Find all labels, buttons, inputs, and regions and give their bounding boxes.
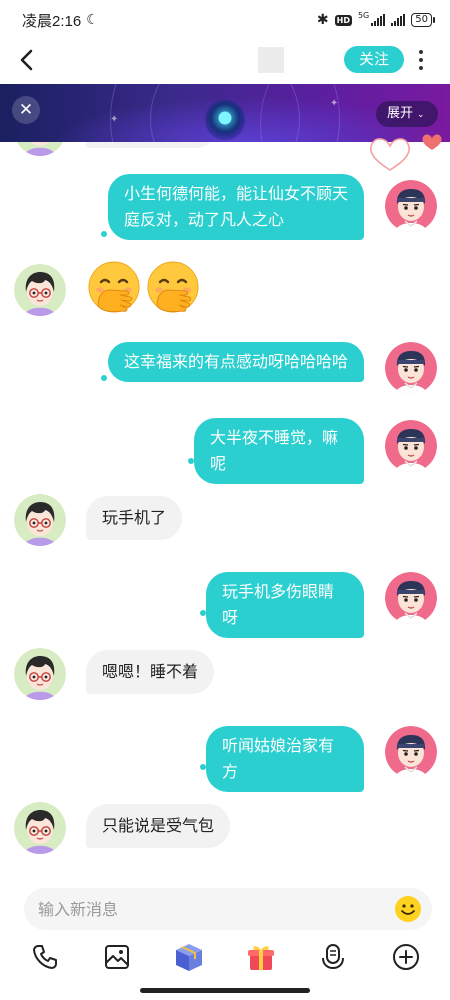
status-bar: 凌晨2:16 ☾ ✱ HD 5G 50 — [0, 0, 450, 40]
banner-close-button[interactable]: ✕ — [12, 96, 40, 124]
contact-avatar[interactable] — [14, 648, 66, 700]
banner-orb-icon — [205, 100, 245, 140]
sparkle-icon: ✦ — [110, 114, 119, 125]
message-bubble-in[interactable]: 嗯嗯！睡不着 — [86, 650, 215, 694]
banner-expand-button[interactable]: 展开 ⌄ — [376, 101, 438, 127]
contact-avatar[interactable] — [14, 494, 66, 546]
smiley-icon — [395, 896, 421, 922]
face-with-hand-over-mouth-icon[interactable] — [86, 260, 142, 316]
my-avatar[interactable] — [385, 572, 437, 624]
floating-hearts-icon — [370, 134, 442, 171]
image-icon[interactable] — [99, 939, 135, 975]
chevron-left-icon — [20, 49, 33, 71]
face-with-hand-over-mouth-icon[interactable] — [145, 260, 201, 316]
message-bubble-out[interactable]: 玩手机多伤眼睛呀 — [206, 572, 364, 638]
message-input-box — [24, 888, 432, 930]
my-avatar[interactable] — [385, 342, 437, 394]
contact-avatar[interactable] — [14, 802, 66, 854]
contact-avatar[interactable] — [14, 264, 66, 316]
emoji-picker-button[interactable] — [394, 895, 422, 923]
message-bubble-out[interactable]: 大半夜不睡觉，嘛呢 — [194, 418, 364, 484]
signal-icon-2 — [391, 14, 406, 26]
contact-avatar[interactable] — [14, 142, 66, 156]
read-indicator — [101, 231, 107, 237]
my-avatar[interactable] — [385, 726, 437, 778]
home-indicator[interactable] — [140, 988, 310, 993]
do-not-disturb-moon-icon: ☾ — [86, 12, 99, 28]
message-input[interactable] — [38, 888, 378, 930]
hd-badge: HD — [334, 14, 352, 26]
back-button[interactable] — [16, 46, 40, 74]
message-bubble-in[interactable]: 玩手机了 — [86, 496, 183, 540]
status-icons: ✱ HD 5G 50 — [316, 10, 435, 28]
phone-icon[interactable] — [27, 939, 63, 975]
my-avatar[interactable] — [385, 180, 437, 232]
gift-box-icon[interactable] — [171, 939, 207, 975]
voice-icon[interactable] — [315, 939, 351, 975]
bluetooth-icon: ✱ — [316, 12, 329, 28]
message-bubble-in[interactable]: 只能说是受气包 — [86, 804, 231, 848]
message-bubble-out[interactable]: 小生何德何能，能让仙女不顾天庭反对，动了凡人之心 — [108, 174, 364, 240]
message-list[interactable]: 小生何德何能，能让仙女不顾天庭反对，动了凡人之心 这幸福来的有点感动呀哈哈哈哈 … — [0, 142, 450, 872]
status-time: 凌晨2:16 — [22, 12, 82, 30]
bottom-toolbar — [0, 936, 450, 978]
my-avatar[interactable] — [385, 420, 437, 472]
follow-button[interactable]: 关注 — [344, 46, 404, 73]
chevron-down-icon: ⌄ — [417, 110, 425, 120]
read-indicator — [188, 458, 194, 464]
signal-icon — [371, 14, 386, 26]
network-type: 5G — [357, 10, 370, 20]
battery-indicator: 50 — [411, 13, 435, 27]
message-bubble-in[interactable] — [86, 142, 216, 148]
banner-expand-label: 展开 — [387, 106, 414, 121]
more-options-button[interactable] — [414, 47, 428, 73]
message-bubble-out[interactable]: 听闻姑娘治家有方 — [206, 726, 364, 792]
gift-icon[interactable] — [243, 939, 279, 975]
read-indicator — [101, 375, 107, 381]
nav-bar: 关注 — [0, 40, 450, 84]
chat-screen: 凌晨2:16 ☾ ✱ HD 5G 50 关注 ✦ ✦ ✕ 展开 ⌄ 小生何德何能… — [0, 0, 450, 1000]
add-icon[interactable] — [388, 939, 424, 975]
read-indicator — [200, 610, 206, 616]
message-bubble-out[interactable]: 这幸福来的有点感动呀哈哈哈哈 — [108, 342, 364, 382]
sparkle-icon: ✦ — [330, 98, 339, 109]
contact-name-redacted — [258, 47, 284, 73]
read-indicator — [200, 764, 206, 770]
